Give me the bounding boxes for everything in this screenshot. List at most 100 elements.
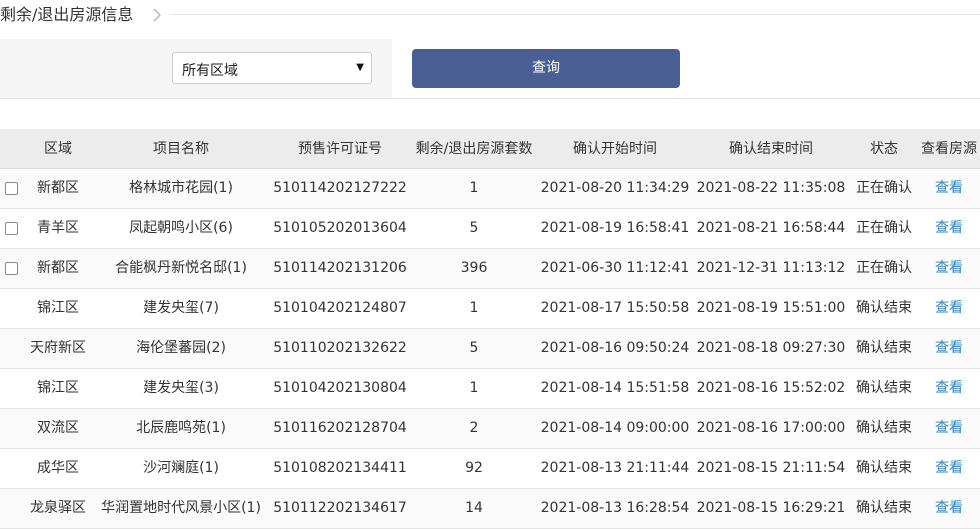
view-cell: 查看 (918, 329, 980, 368)
table-row: 青羊区 凤起朝鸣小区(6) 510105202013604 5 2021-08-19 1… (0, 209, 980, 249)
region-select-value: 所有区域 (182, 63, 238, 79)
header-project: 项目名称 (153, 141, 209, 157)
breadcrumb-divider (170, 14, 980, 15)
cell-end-time: 2021-08-15 21:11:54 (696, 460, 846, 476)
cell-count: 2 (469, 420, 479, 436)
housing-table: 区域 项目名称 预售许可证号 剩余/退出房源套数 确认开始时间 确认结束时间 状… (0, 129, 980, 529)
cell-license: 510110202132622 (273, 340, 407, 356)
cell-count: 1 (469, 300, 479, 316)
cell-status: 正在确认 (856, 220, 912, 236)
cell-count: 5 (469, 220, 479, 236)
cell-count: 1 (469, 180, 479, 196)
cell-status: 确认结束 (856, 420, 912, 436)
cell-start-time: 2021-08-13 16:28:54 (540, 500, 690, 516)
table-row: 龙泉驿区 华润置地时代风景小区(1) 510112202134617 14 2021-0… (0, 489, 980, 529)
cell-license: 510104202130804 (273, 380, 407, 396)
cell-start-time: 2021-08-16 09:50:24 (540, 340, 690, 356)
view-cell: 查看 (918, 209, 980, 248)
cell-status: 确认结束 (856, 500, 912, 516)
view-listings-link[interactable]: 查看 (935, 220, 963, 236)
view-cell: 查看 (918, 449, 980, 488)
header-count: 剩余/退出房源套数 (415, 141, 533, 157)
row-checkbox[interactable] (5, 222, 18, 235)
header-status: 状态 (870, 141, 898, 157)
table-header: 区域 项目名称 预售许可证号 剩余/退出房源套数 确认开始时间 确认结束时间 状… (0, 129, 980, 169)
cell-license: 510105202013604 (273, 220, 407, 236)
view-cell: 查看 (918, 169, 980, 208)
cell-count: 396 (460, 260, 488, 276)
table-row: 成华区 沙河斓庭(1) 510108202134411 92 2021-08-13 21… (0, 449, 980, 489)
caret-down-icon: ▼ (356, 62, 364, 73)
breadcrumb: 剩余/退出房源信息 (0, 0, 980, 30)
cell-project: 沙河斓庭(1) (143, 460, 219, 476)
cell-end-time: 2021-12-31 11:13:12 (696, 260, 846, 276)
query-button[interactable]: 查询 (412, 49, 680, 88)
view-cell: 查看 (918, 409, 980, 448)
cell-end-time: 2021-08-22 11:35:08 (696, 180, 846, 196)
table-row: 天府新区 海伦堡蕃园(2) 510110202132622 5 2021-08-16 0… (0, 329, 980, 369)
view-listings-link[interactable]: 查看 (935, 460, 963, 476)
cell-project: 合能枫丹新悦名邸(1) (115, 260, 247, 276)
cell-status: 确认结束 (856, 380, 912, 396)
table-row: 双流区 北辰鹿鸣苑(1) 510116202128704 2 2021-08-14 09… (0, 409, 980, 449)
chevron-right-icon (153, 8, 161, 22)
row-checkbox[interactable] (5, 182, 18, 195)
cell-end-time: 2021-08-16 17:00:00 (696, 420, 846, 436)
view-cell: 查看 (918, 249, 980, 288)
cell-project: 华润置地时代风景小区(1) (101, 500, 261, 516)
cell-project: 格林城市花园(1) (129, 180, 233, 196)
header-end-time: 确认结束时间 (729, 141, 813, 157)
cell-start-time: 2021-08-14 09:00:00 (540, 420, 690, 436)
filter-bar: 所有区域 ▼ 查询 (0, 39, 980, 99)
cell-start-time: 2021-08-17 15:50:58 (540, 300, 690, 316)
page-title: 剩余/退出房源信息 (0, 5, 134, 24)
cell-area: 天府新区 (30, 340, 86, 356)
view-listings-link[interactable]: 查看 (935, 340, 963, 356)
header-license: 预售许可证号 (298, 141, 382, 157)
view-listings-link[interactable]: 查看 (935, 180, 963, 196)
cell-license: 510108202134411 (273, 460, 407, 476)
table-row: 新都区 合能枫丹新悦名邸(1) 510114202131206 396 2021-06-… (0, 249, 980, 289)
cell-end-time: 2021-08-21 16:58:44 (696, 220, 846, 236)
region-select[interactable]: 所有区域 ▼ (172, 52, 372, 84)
cell-start-time: 2021-08-20 11:34:29 (540, 180, 690, 196)
table-body: 新都区 格林城市花园(1) 510114202127222 1 2021-08-20 1… (0, 169, 980, 529)
view-listings-link[interactable]: 查看 (935, 260, 963, 276)
cell-start-time: 2021-08-19 16:58:41 (540, 220, 690, 236)
cell-project: 凤起朝鸣小区(6) (129, 220, 233, 236)
cell-start-time: 2021-06-30 11:12:41 (540, 260, 690, 276)
view-listings-link[interactable]: 查看 (935, 420, 963, 436)
cell-count: 5 (469, 340, 479, 356)
cell-end-time: 2021-08-19 15:51:00 (696, 300, 846, 316)
view-cell: 查看 (918, 489, 980, 528)
header-area: 区域 (44, 141, 72, 157)
cell-license: 510112202134617 (273, 500, 407, 516)
header-start-time: 确认开始时间 (573, 141, 657, 157)
header-view: 查看房源 (921, 141, 977, 157)
cell-status: 正在确认 (856, 260, 912, 276)
view-cell: 查看 (918, 369, 980, 408)
view-listings-link[interactable]: 查看 (935, 500, 963, 516)
cell-area: 锦江区 (37, 300, 79, 316)
cell-area: 龙泉驿区 (30, 500, 86, 516)
filter-divider (0, 98, 980, 99)
cell-project: 建发央玺(7) (143, 300, 219, 316)
table-row: 新都区 格林城市花园(1) 510114202127222 1 2021-08-20 1… (0, 169, 980, 209)
view-listings-link[interactable]: 查看 (935, 300, 963, 316)
cell-count: 1 (469, 380, 479, 396)
cell-area: 新都区 (37, 180, 79, 196)
table-row: 锦江区 建发央玺(7) 510104202124807 1 2021-08-17 15:… (0, 289, 980, 329)
cell-project: 海伦堡蕃园(2) (136, 340, 226, 356)
cell-area: 青羊区 (37, 220, 79, 236)
cell-status: 确认结束 (856, 300, 912, 316)
cell-area: 双流区 (37, 420, 79, 436)
row-checkbox[interactable] (5, 262, 18, 275)
cell-start-time: 2021-08-13 21:11:44 (540, 460, 690, 476)
cell-area: 成华区 (37, 460, 79, 476)
view-listings-link[interactable]: 查看 (935, 380, 963, 396)
cell-count: 92 (465, 460, 483, 476)
cell-license: 510114202131206 (273, 260, 407, 276)
cell-area: 新都区 (37, 260, 79, 276)
cell-status: 确认结束 (856, 460, 912, 476)
cell-count: 14 (465, 500, 483, 516)
